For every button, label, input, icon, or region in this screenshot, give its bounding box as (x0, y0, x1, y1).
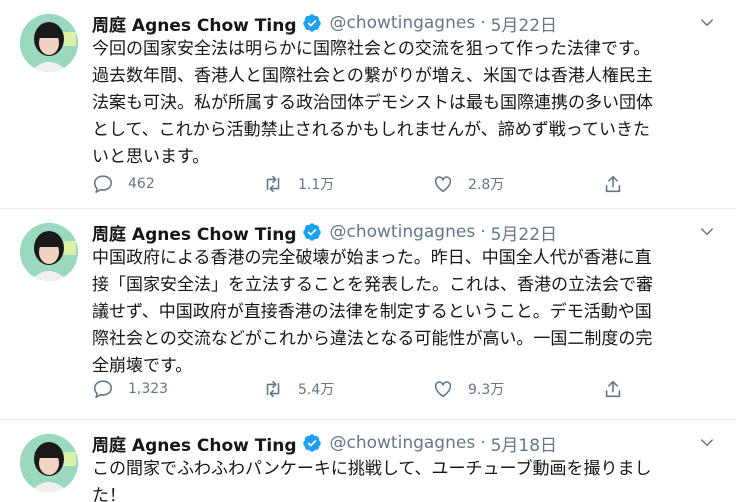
tweet-actions: 1,323 5.4万 9.3万 (92, 374, 624, 404)
tweet[interactable]: 周庭 Agnes Chow Ting @chowtingagnes · 5月18… (0, 420, 736, 502)
caret-down-icon[interactable] (698, 434, 716, 452)
author-handle[interactable]: @chowtingagnes (330, 13, 476, 33)
avatar-image (20, 223, 78, 281)
author-handle[interactable]: @chowtingagnes (330, 433, 476, 453)
caret-down-icon[interactable] (698, 223, 716, 241)
share-button[interactable] (602, 173, 624, 195)
like-icon (434, 381, 452, 398)
author-name[interactable]: 周庭 Agnes Chow Ting (92, 431, 297, 456)
separator: · (480, 433, 486, 453)
like-count: 9.3万 (468, 382, 505, 398)
tweet-text: 中国政府による香港の完全破壊が始まった。昨日、中国全人代が香港に直 接「国家安全… (92, 248, 653, 376)
like-button[interactable]: 9.3万 (432, 378, 602, 400)
tweet-header: 周庭 Agnes Chow Ting @chowtingagnes · 5月18… (92, 430, 720, 456)
like-icon (434, 176, 452, 193)
like-count: 2.8万 (468, 177, 505, 193)
tweet-date[interactable]: 5月18日 (491, 431, 557, 456)
separator: · (480, 222, 486, 242)
tweet-body: 周庭 Agnes Chow Ting @chowtingagnes · 5月22… (92, 10, 720, 208)
timeline: 周庭 Agnes Chow Ting @chowtingagnes · 5月22… (0, 0, 736, 502)
share-icon (605, 175, 621, 193)
tweet-body: 周庭 Agnes Chow Ting @chowtingagnes · 5月22… (92, 219, 720, 419)
tweet-body: 周庭 Agnes Chow Ting @chowtingagnes · 5月18… (92, 430, 720, 502)
verified-badge-icon (302, 223, 321, 241)
reply-icon (93, 380, 113, 399)
tweet-date[interactable]: 5月22日 (491, 220, 557, 245)
tweet[interactable]: 周庭 Agnes Chow Ting @chowtingagnes · 5月22… (0, 209, 736, 420)
avatar-image (20, 434, 78, 492)
tweet-actions: 462 1.1万 2.8万 (92, 169, 624, 199)
avatar[interactable] (20, 434, 78, 492)
retweet-count: 1.1万 (298, 177, 335, 193)
tweet-header: 周庭 Agnes Chow Ting @chowtingagnes · 5月22… (92, 10, 720, 36)
separator: · (480, 13, 486, 33)
retweet-button[interactable]: 5.4万 (262, 378, 432, 400)
reply-button[interactable]: 1,323 (92, 378, 262, 400)
retweet-icon (266, 175, 280, 193)
avatar-image (20, 14, 78, 72)
reply-button[interactable]: 462 (92, 173, 262, 195)
like-button[interactable]: 2.8万 (432, 173, 602, 195)
author-name[interactable]: 周庭 Agnes Chow Ting (92, 11, 297, 36)
author-name[interactable]: 周庭 Agnes Chow Ting (92, 220, 297, 245)
tweet-text: この間家でふわふわパンケーキに挑戦して、ユーチューブ動画を撮りまし た！ (92, 459, 652, 502)
reply-count: 1,323 (128, 381, 169, 397)
tweet-text: 今回の国家安全法は明らかに国際社会との交流を狙って作った法律です。 過去数年間、… (92, 39, 653, 167)
author-handle[interactable]: @chowtingagnes (330, 222, 476, 242)
share-button[interactable] (602, 378, 624, 400)
verified-badge-icon (302, 434, 321, 452)
avatar[interactable] (20, 14, 78, 72)
reply-icon (93, 175, 113, 194)
caret-down-icon[interactable] (698, 14, 716, 32)
reply-count: 462 (128, 176, 155, 192)
verified-badge-icon (302, 14, 321, 32)
avatar[interactable] (20, 223, 78, 281)
tweet[interactable]: 周庭 Agnes Chow Ting @chowtingagnes · 5月22… (0, 0, 736, 209)
tweet-date[interactable]: 5月22日 (491, 11, 557, 36)
share-icon (605, 380, 621, 398)
retweet-count: 5.4万 (298, 382, 335, 398)
tweet-header: 周庭 Agnes Chow Ting @chowtingagnes · 5月22… (92, 219, 720, 245)
retweet-button[interactable]: 1.1万 (262, 173, 432, 195)
retweet-icon (266, 380, 280, 398)
